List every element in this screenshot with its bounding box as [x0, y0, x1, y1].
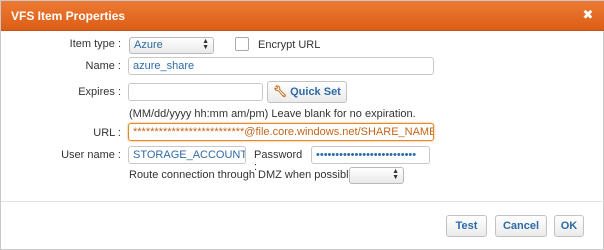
user-name-input[interactable]: STORAGE_ACCOUNT_NA — [128, 146, 246, 164]
expires-hint: (MM/dd/yyyy hh:mm am/pm) Leave blank for… — [129, 108, 416, 120]
wrench-icon: 🔧︎ — [273, 86, 288, 98]
expires-label: Expires : — [78, 86, 121, 98]
up-down-arrow-icon: ▲ ▼ — [202, 38, 209, 51]
password-input[interactable]: •••••••••••••••••••••••••• — [311, 146, 430, 164]
title-bar[interactable]: VFS Item Properties ✖ — [1, 1, 604, 31]
up-down-arrow-icon: ▲ ▼ — [392, 168, 399, 181]
ok-button[interactable]: OK — [554, 215, 584, 237]
vfs-item-properties-dialog: VFS Item Properties ✖ Item type : Azure … — [0, 0, 604, 250]
encrypt-url-checkbox[interactable] — [235, 37, 249, 51]
item-type-value: Azure — [134, 39, 163, 51]
item-type-select[interactable]: Azure ▲ ▼ — [129, 37, 214, 54]
close-icon[interactable]: ✖ — [581, 7, 595, 23]
url-input[interactable]: **************************@file.core.win… — [128, 123, 434, 141]
item-type-label: Item type : — [69, 38, 121, 50]
user-name-label: User name : — [61, 149, 121, 161]
dmz-label: Route connection through DMZ when possib… — [129, 169, 361, 181]
footer-divider — [1, 201, 604, 202]
encrypt-url-label: Encrypt URL — [258, 39, 321, 51]
name-label: Name : — [85, 60, 121, 72]
cancel-button[interactable]: Cancel — [495, 215, 547, 237]
url-label: URL : — [93, 127, 121, 139]
name-input[interactable]: azure_share — [128, 57, 434, 75]
test-button[interactable]: Test — [446, 215, 487, 237]
quick-set-button[interactable]: 🔧︎ Quick Set — [267, 81, 347, 103]
dmz-select[interactable]: ▲ ▼ — [349, 167, 404, 184]
expires-input[interactable] — [128, 83, 263, 101]
dialog-title: VFS Item Properties — [11, 9, 126, 23]
quick-set-label: Quick Set — [290, 86, 341, 98]
